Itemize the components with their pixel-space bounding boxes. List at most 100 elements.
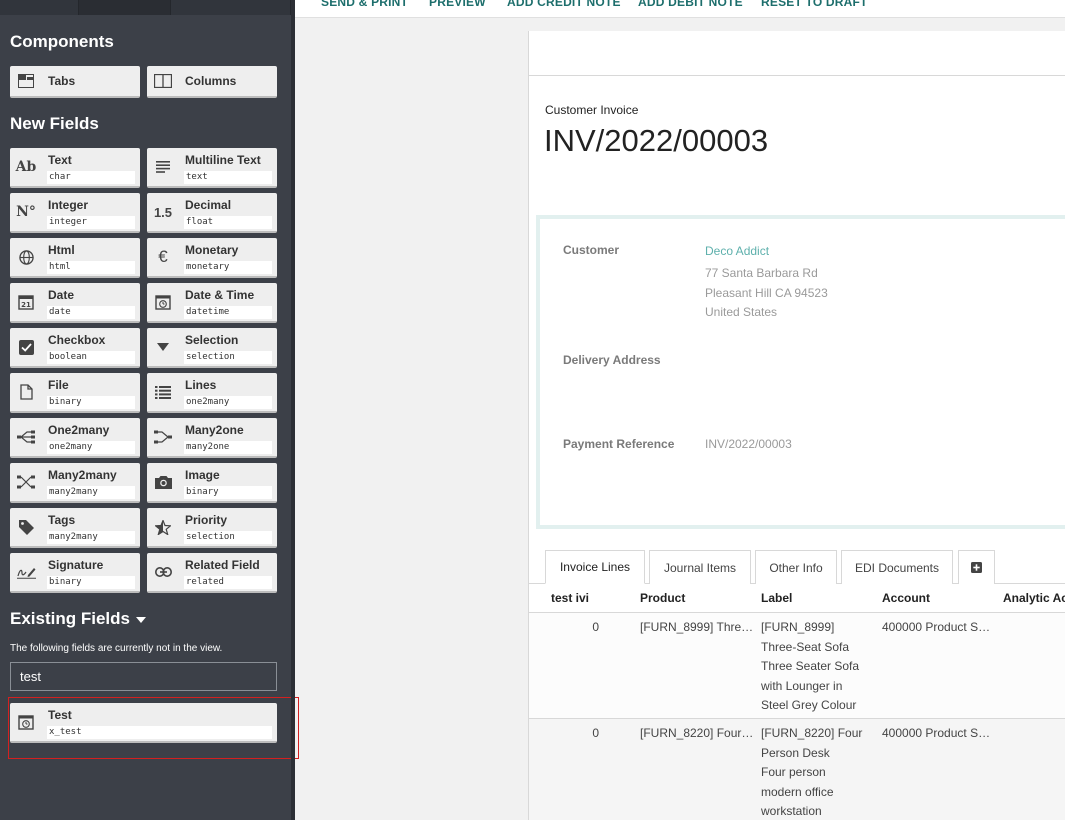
signature-icon [10, 553, 42, 591]
field-many2one[interactable]: Many2one many2one [147, 418, 277, 458]
many2many-icon [10, 463, 42, 501]
field-text[interactable]: Ab Text char [10, 148, 140, 188]
field-type: html [47, 261, 135, 274]
preview-button[interactable]: PREVIEW [429, 0, 486, 9]
field-html[interactable]: Html html [10, 238, 140, 278]
add-tab-button[interactable] [958, 550, 995, 584]
invoice-info-group[interactable]: Customer Deco Addict 77 Santa Barbara Rd… [536, 215, 1065, 529]
document-type: Customer Invoice [545, 103, 639, 117]
field-label: Integer [48, 198, 89, 212]
tab-journal-items[interactable]: Journal Items [649, 550, 751, 584]
field-file[interactable]: File binary [10, 373, 140, 413]
reset-to-draft-button[interactable]: RESET TO DRAFT [761, 0, 868, 9]
field-many2many[interactable]: Many2many many2many [10, 463, 140, 503]
existing-fields-search-input[interactable] [10, 662, 277, 691]
column-header-account[interactable]: Account [882, 591, 930, 605]
sidebar-divider [291, 0, 295, 820]
field-label: Many2many [48, 468, 117, 482]
status-bar [529, 31, 1065, 76]
label-line: with Lounger in [761, 678, 843, 693]
sidebar-tab-add[interactable] [0, 0, 79, 15]
field-datetime[interactable]: Date & Time datetime [147, 283, 277, 323]
existing-fields-toggle[interactable]: Existing Fields [10, 609, 146, 629]
field-label: Related Field [185, 558, 260, 572]
tab-other-info[interactable]: Other Info [755, 550, 837, 584]
cell-account[interactable]: 400000 Product Sales [882, 618, 996, 638]
add-credit-note-button[interactable]: ADD CREDIT NOTE [507, 0, 621, 9]
control-panel: SEND & PRINT PREVIEW ADD CREDIT NOTE ADD… [295, 0, 1065, 18]
tabs-icon [10, 66, 42, 96]
tab-edi-documents[interactable]: EDI Documents [841, 550, 953, 584]
cell-account[interactable]: 400000 Product Sales [882, 724, 996, 744]
field-type: binary [47, 576, 135, 589]
field-checkbox[interactable]: Checkbox boolean [10, 328, 140, 368]
svg-text:21: 21 [21, 301, 31, 309]
customer-label: Customer [563, 243, 620, 257]
field-image[interactable]: Image binary [147, 463, 277, 503]
table-row[interactable]: 0 [FURN_8220] Four Person Desk [FURN_822… [529, 719, 1065, 820]
field-type: many2many [47, 531, 135, 544]
columns-icon [147, 66, 179, 96]
address-line: 77 Santa Barbara Rd [705, 266, 818, 280]
field-one2many[interactable]: One2many one2many [10, 418, 140, 458]
column-header-test-ivi[interactable]: test ivi [551, 591, 589, 605]
label-line: Four person [761, 765, 826, 779]
sidebar-tabs [0, 0, 295, 15]
field-date[interactable]: 21 Date date [10, 283, 140, 323]
sidebar-tab-view[interactable] [79, 0, 171, 15]
table-row[interactable]: 0 [FURN_8999] Three-Seat Sofa [FURN_8999… [529, 613, 1065, 719]
field-type: integer [47, 216, 135, 229]
component-label: Tabs [48, 74, 76, 88]
field-label: Date & Time [185, 288, 255, 302]
column-header-analytic-account[interactable]: Analytic Ac [1003, 591, 1065, 605]
field-multiline-text[interactable]: Multiline Text text [147, 148, 277, 188]
customer-link[interactable]: Deco Addict [705, 244, 769, 258]
field-priority[interactable]: Priority selection [147, 508, 277, 548]
field-label: Many2one [185, 423, 244, 437]
label-line: [FURN_8999] [761, 620, 835, 634]
cell-label[interactable]: [FURN_8220] Four Person Desk Four person… [761, 724, 876, 820]
field-related[interactable]: Related Field related [147, 553, 277, 593]
component-tabs[interactable]: Tabs [10, 66, 140, 98]
component-columns[interactable]: Columns [147, 66, 277, 98]
field-monetary[interactable]: € Monetary monetary [147, 238, 277, 278]
sidebar-tab-properties[interactable] [171, 0, 291, 15]
invoice-number: INV/2022/00003 [544, 123, 769, 158]
field-type: date [47, 306, 135, 319]
field-type: char [47, 171, 135, 184]
send-print-button[interactable]: SEND & PRINT [321, 0, 408, 9]
multiline-text-icon [147, 148, 179, 186]
add-debit-note-button[interactable]: ADD DEBIT NOTE [638, 0, 743, 9]
payment-reference-label: Payment Reference [563, 437, 675, 451]
field-selection[interactable]: Selection selection [147, 328, 277, 368]
field-lines[interactable]: Lines one2many [147, 373, 277, 413]
field-type: many2one [184, 441, 272, 454]
cell-label[interactable]: [FURN_8999] Three-Seat Sofa Three Seater… [761, 618, 876, 716]
many2one-icon [147, 418, 179, 456]
file-icon [10, 373, 42, 411]
label-line: workstation [761, 804, 822, 818]
text-icon: Ab [15, 159, 37, 175]
link-icon [147, 553, 179, 591]
field-type: monetary [184, 261, 272, 274]
cell-test-ivi: 0 [592, 620, 599, 634]
cell-product[interactable]: [FURN_8220] Four Person Desk [640, 724, 754, 744]
column-header-label[interactable]: Label [761, 591, 792, 605]
field-label: Signature [48, 558, 104, 572]
camera-icon [147, 463, 179, 501]
tab-invoice-lines[interactable]: Invoice Lines [545, 550, 645, 584]
field-signature[interactable]: Signature binary [10, 553, 140, 593]
field-tags[interactable]: Tags many2many [10, 508, 140, 548]
field-label: One2many [48, 423, 110, 437]
star-icon [147, 508, 179, 546]
component-label: Columns [185, 74, 237, 88]
column-header-product[interactable]: Product [640, 591, 685, 605]
cell-product[interactable]: [FURN_8999] Three-Seat Sofa [640, 618, 754, 638]
field-label: Monetary [185, 243, 239, 257]
existing-fields-hint: The following fields are currently not i… [10, 643, 223, 654]
label-line: Steel Grey Colour [761, 698, 857, 712]
field-integer[interactable]: N° Integer integer [10, 193, 140, 233]
address-line: Pleasant Hill CA 94523 [705, 286, 828, 300]
field-decimal[interactable]: 1.5 Decimal float [147, 193, 277, 233]
invoice-form-sheet: Customer Invoice INV/2022/00003 Customer… [528, 31, 1065, 820]
